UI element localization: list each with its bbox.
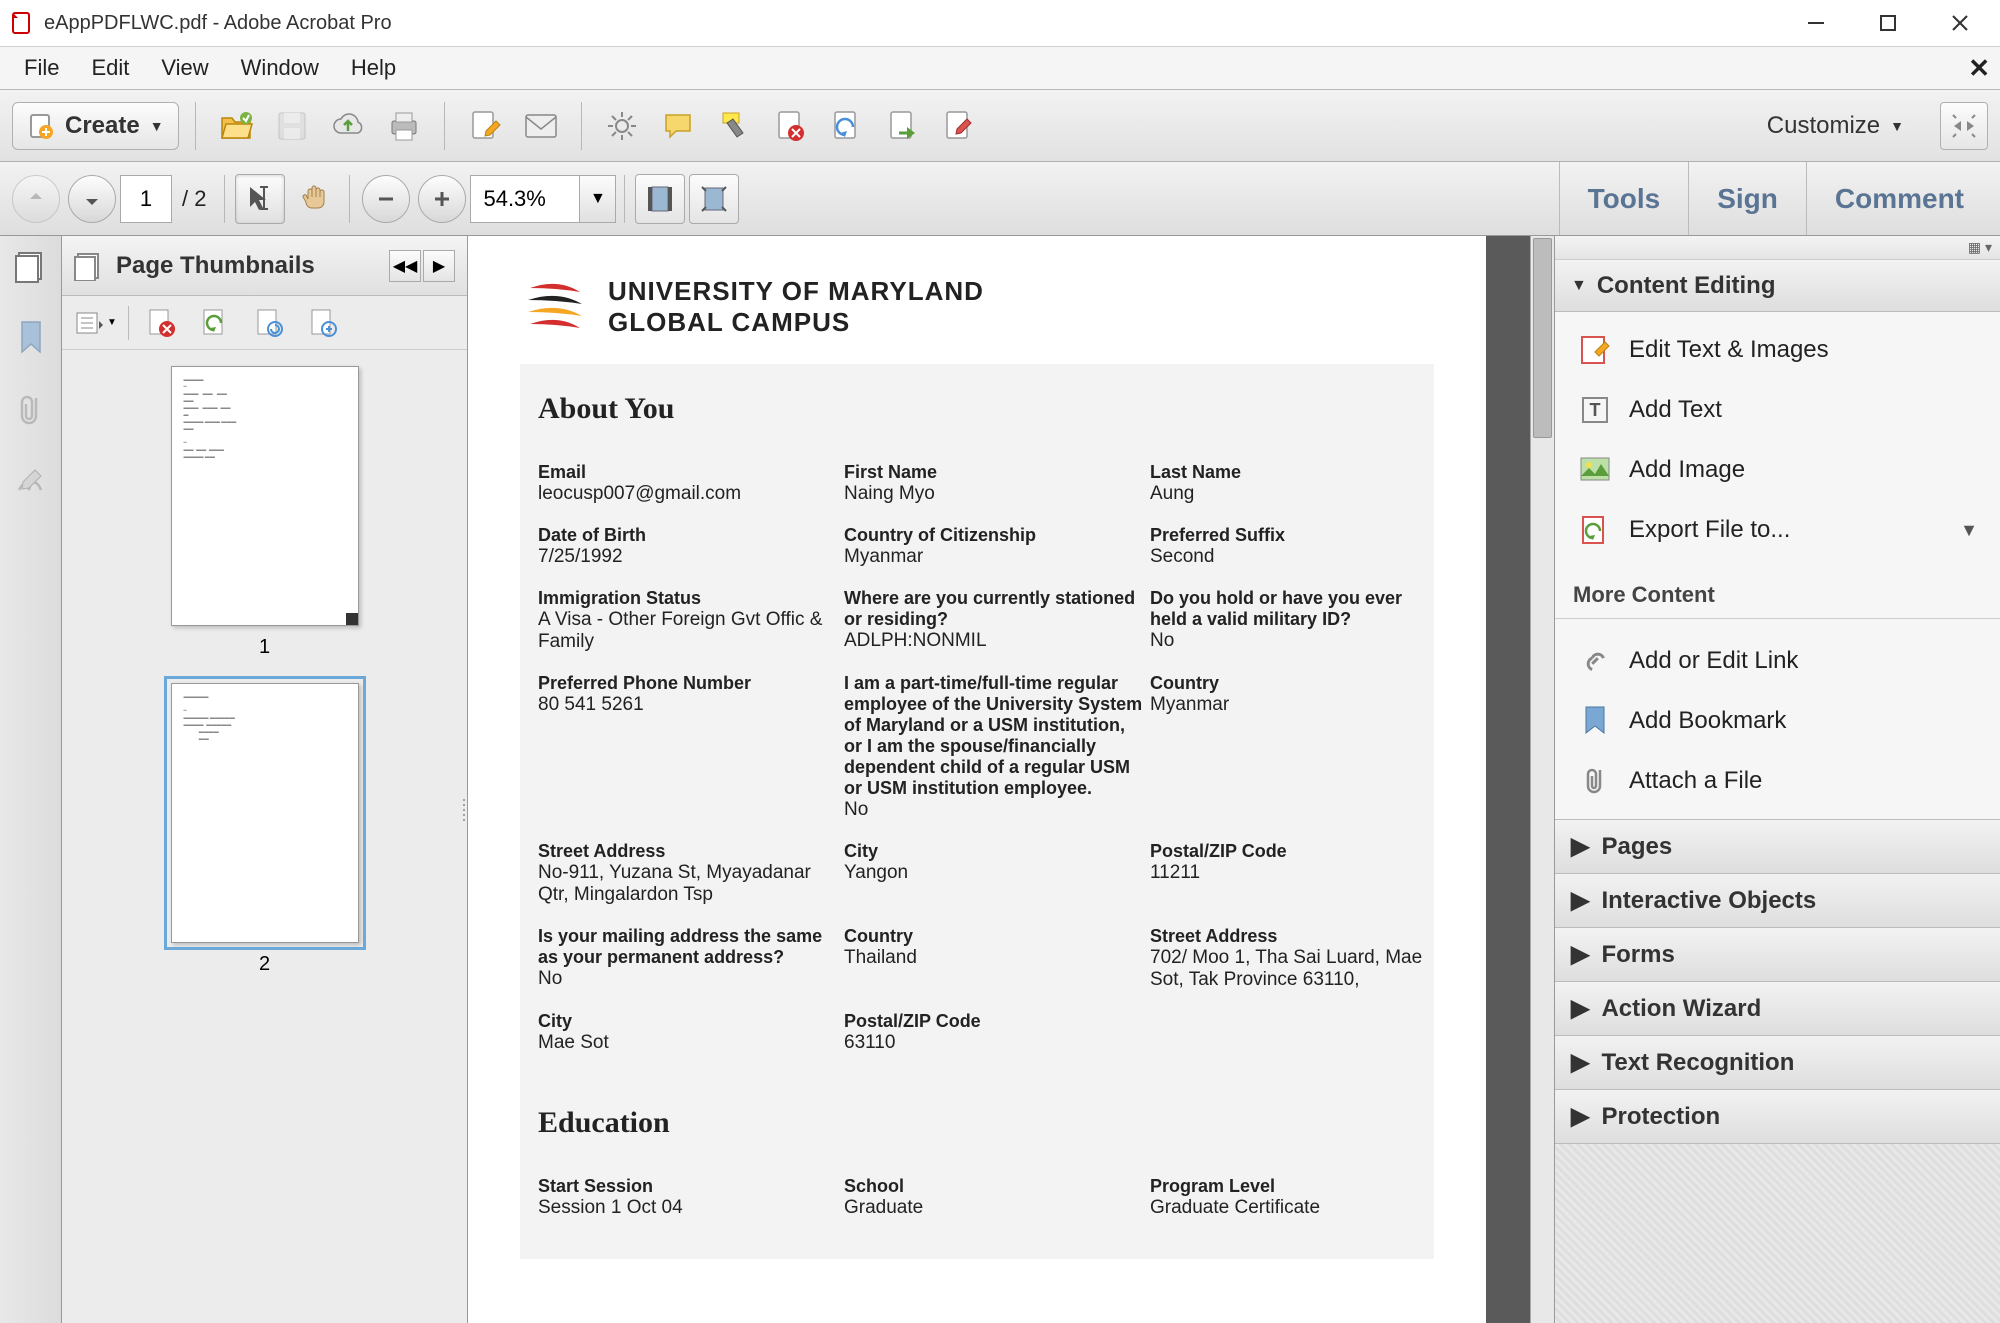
maximize-button[interactable] <box>1852 0 1924 46</box>
save-button[interactable] <box>268 102 316 150</box>
panel-options-button[interactable]: ▦ ▾ <box>1555 236 2000 260</box>
zoom-value[interactable]: 54.3% <box>470 175 580 223</box>
tools-panel: ▦ ▾ ▼Content Editing Edit Text & Images … <box>1554 236 2000 1323</box>
text-recognition-section[interactable]: ▶Text Recognition <box>1555 1035 2000 1089</box>
content-editing-header[interactable]: ▼Content Editing <box>1555 260 2000 312</box>
thumbnail-page-1[interactable]: ▬▬▬▬━▬▬▬ ▬▬ ▬▬▬▬▬▬▬ ▬▬▬ ▬▬▬▬▬▬▬ ▬▬▬ ▬▬▬▬… <box>78 366 451 659</box>
thumbnail-tools: ▼ <box>62 296 467 350</box>
extract-page-button[interactable] <box>878 102 926 150</box>
thumb-next-button[interactable]: ▶ <box>423 250 455 282</box>
page-total-label: / 2 <box>182 186 206 212</box>
navigation-toolbar: / 2 54.3% ▼ Tools Sign Comment <box>0 162 2000 236</box>
menu-view[interactable]: View <box>145 49 224 87</box>
thumbnail-page-2[interactable]: ▬▬▬▬▬━▬▬▬▬▬ ▬▬▬▬▬▬▬▬▬ ▬▬▬▬▬ ▬▬▬▬ ▬▬ 2 <box>78 683 451 976</box>
attachments-tab-icon[interactable] <box>9 388 53 432</box>
create-button[interactable]: Create ▼ <box>12 102 179 150</box>
tools-tab[interactable]: Tools <box>1559 162 1689 235</box>
open-button[interactable] <box>212 102 260 150</box>
fit-width-button[interactable] <box>635 174 685 224</box>
document-scroll[interactable]: UNIVERSITY OF MARYLANDGLOBAL CAMPUS Abou… <box>468 236 1530 1323</box>
window-title: eAppPDFLWC.pdf - Adobe Acrobat Pro <box>44 12 392 35</box>
menu-help[interactable]: Help <box>335 49 412 87</box>
svg-text:T: T <box>1590 400 1601 420</box>
forms-section[interactable]: ▶Forms <box>1555 927 2000 981</box>
highlight-button[interactable] <box>710 102 758 150</box>
thumbnails-tab-icon[interactable] <box>9 244 53 288</box>
thumbnails-title: Page Thumbnails <box>116 252 389 280</box>
sign-tab[interactable]: Sign <box>1688 162 1806 235</box>
print-button[interactable] <box>380 102 428 150</box>
menu-file[interactable]: File <box>8 49 75 87</box>
expand-toolbar-button[interactable] <box>1940 102 1988 150</box>
minimize-button[interactable] <box>1780 0 1852 46</box>
vertical-scrollbar[interactable] <box>1530 236 1554 1323</box>
document-view: UNIVERSITY OF MARYLANDGLOBAL CAMPUS Abou… <box>468 236 1554 1323</box>
add-image-button[interactable]: Add Image <box>1555 440 2000 500</box>
rotate-page-button[interactable] <box>822 102 870 150</box>
edit-page-button[interactable] <box>934 102 982 150</box>
add-bookmark-button[interactable]: Add Bookmark <box>1555 691 2000 751</box>
add-text-button[interactable]: TAdd Text <box>1555 380 2000 440</box>
export-file-button[interactable]: Export File to...▼ <box>1555 500 2000 560</box>
attach-file-button[interactable]: Attach a File <box>1555 751 2000 811</box>
thumb-extract-button[interactable] <box>301 303 345 343</box>
protection-section[interactable]: ▶Protection <box>1555 1089 2000 1143</box>
logo-text: UNIVERSITY OF MARYLANDGLOBAL CAMPUS <box>608 276 984 338</box>
close-button[interactable] <box>1924 0 1996 46</box>
zoom-dropdown[interactable]: ▼ <box>580 175 616 223</box>
delete-page-button[interactable] <box>766 102 814 150</box>
bookmarks-tab-icon[interactable] <box>9 316 53 360</box>
umgc-logo-icon <box>520 276 590 338</box>
action-wizard-section[interactable]: ▶Action Wizard <box>1555 981 2000 1035</box>
thumbnails-panel: Page Thumbnails ◀◀ ▶ ▼ ▬▬▬▬━▬▬▬ ▬▬ ▬▬▬▬▬… <box>62 236 468 1323</box>
section-about-you: About You <box>538 392 1416 426</box>
edit-text-images-button[interactable]: Edit Text & Images <box>1555 320 2000 380</box>
interactive-objects-section[interactable]: ▶Interactive Objects <box>1555 873 2000 927</box>
next-page-button[interactable] <box>68 175 116 223</box>
hand-tool[interactable] <box>289 174 339 224</box>
cloud-button[interactable] <box>324 102 372 150</box>
more-content-header: More Content <box>1555 568 2000 619</box>
pages-section[interactable]: ▶Pages <box>1555 819 2000 873</box>
title-bar: eAppPDFLWC.pdf - Adobe Acrobat Pro <box>0 0 2000 46</box>
thumb-delete-button[interactable] <box>139 303 183 343</box>
document-close-button[interactable]: ✕ <box>1968 53 1990 84</box>
pdf-page: UNIVERSITY OF MARYLANDGLOBAL CAMPUS Abou… <box>468 236 1486 1323</box>
page-number-input[interactable] <box>120 175 172 223</box>
thumb-rotate-button[interactable] <box>193 303 237 343</box>
comment-bubble-button[interactable] <box>654 102 702 150</box>
main-toolbar: Create ▼ Customize▼ <box>0 90 2000 162</box>
section-education: Education <box>538 1106 1416 1140</box>
select-tool[interactable] <box>235 174 285 224</box>
menu-bar: File Edit View Window Help ✕ <box>0 46 2000 90</box>
mail-button[interactable] <box>517 102 565 150</box>
thumb-collapse-button[interactable]: ◀◀ <box>389 250 421 282</box>
menu-edit[interactable]: Edit <box>75 49 145 87</box>
thumb-print-button[interactable] <box>247 303 291 343</box>
customize-button[interactable]: Customize▼ <box>1751 112 1920 140</box>
add-link-button[interactable]: Add or Edit Link <box>1555 631 2000 691</box>
nav-strip <box>0 236 62 1323</box>
app-icon <box>10 11 34 35</box>
menu-window[interactable]: Window <box>225 49 335 87</box>
zoom-out-button[interactable] <box>362 175 410 223</box>
prev-page-button[interactable] <box>12 175 60 223</box>
fit-page-button[interactable] <box>689 174 739 224</box>
settings-button[interactable] <box>598 102 646 150</box>
zoom-in-button[interactable] <box>418 175 466 223</box>
edit-pdf-button[interactable] <box>461 102 509 150</box>
comment-tab[interactable]: Comment <box>1806 162 1992 235</box>
signatures-tab-icon[interactable] <box>9 460 53 504</box>
thumb-options-button[interactable]: ▼ <box>74 303 118 343</box>
